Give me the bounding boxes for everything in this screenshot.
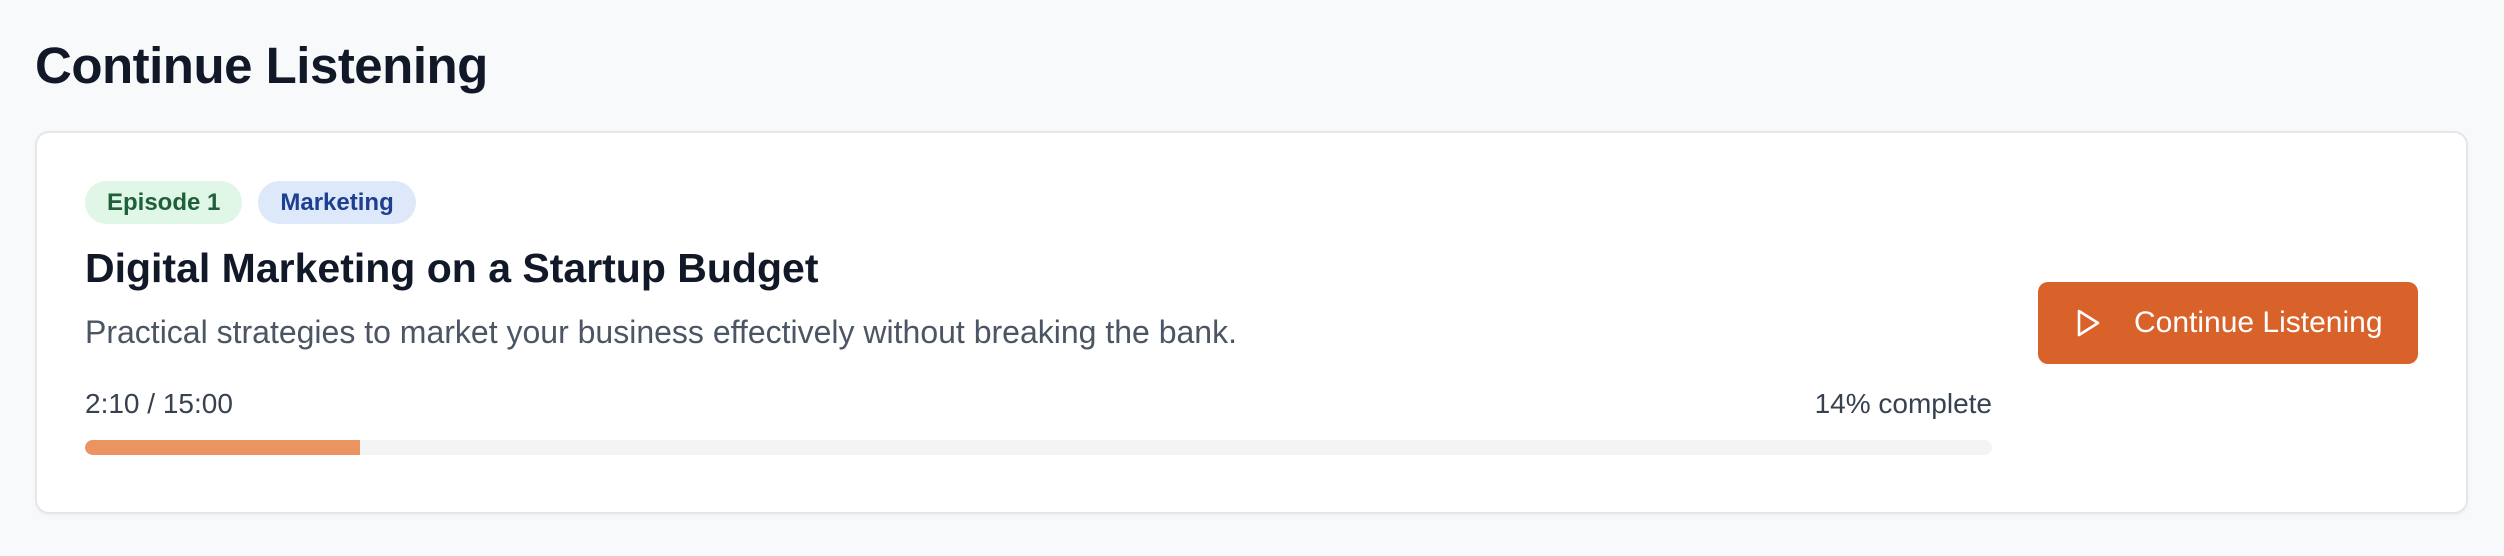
continue-listening-page: Continue Listening Episode 1 Marketing D… (0, 0, 2504, 556)
episode-card-body: Episode 1 Marketing Digital Marketing on… (85, 181, 1992, 455)
episode-number-badge: Episode 1 (85, 181, 243, 224)
section-title: Continue Listening (35, 37, 488, 94)
episode-card: Episode 1 Marketing Digital Marketing on… (35, 131, 2468, 514)
percent-complete: 14% complete (1814, 388, 1992, 419)
progress-bar (85, 440, 1992, 455)
episode-description: Practical strategies to market your busi… (85, 314, 1237, 350)
playback-time: 2:10 / 15:00 (85, 388, 233, 419)
category-badge: Marketing (258, 181, 416, 224)
progress-bar-fill (85, 440, 361, 455)
play-icon (2074, 308, 2102, 338)
episode-tags: Episode 1 Marketing (85, 181, 1992, 224)
continue-listening-label: Continue Listening (2134, 306, 2383, 339)
progress-meta: 2:10 / 15:00 14% complete (85, 388, 1992, 420)
continue-listening-button[interactable]: Continue Listening (2038, 282, 2418, 364)
episode-title: Digital Marketing on a Startup Budget (85, 245, 819, 291)
